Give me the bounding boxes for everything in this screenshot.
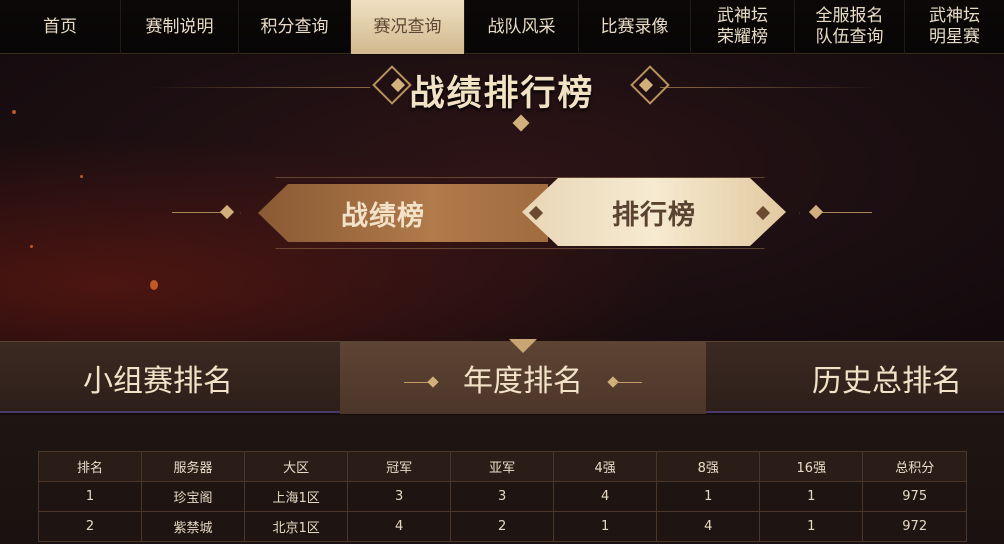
nav-label-line1: 全服报名	[815, 6, 884, 26]
nav-item-home[interactable]: 首页	[0, 0, 120, 54]
title-banner: 战绩排行榜	[0, 55, 1004, 135]
nav-label-line2: 荣耀榜	[717, 27, 768, 47]
nav-label-line1: 武神坛	[717, 6, 768, 26]
table-cell: 1	[759, 511, 864, 542]
column-header: 服务器	[141, 451, 246, 482]
table-cell: 4	[656, 511, 761, 542]
tab-label: 小组赛排名	[83, 364, 233, 399]
tab-label: 年度排名	[463, 364, 583, 399]
table-cell: 上海1区	[244, 481, 349, 512]
nav-label-line1: 武神坛	[929, 6, 980, 26]
table-cell: 2	[450, 511, 555, 542]
ember-decoration	[30, 245, 33, 248]
page-title: 战绩排行榜	[409, 74, 595, 114]
toggle-label: 排行榜	[612, 199, 696, 231]
nav-label: 赛制说明	[145, 16, 214, 37]
table-cell: 北京1区	[244, 511, 349, 542]
ranking-table-area: 排名 服务器 大区 冠军 亚军 4强 8强 16强 总积分 1 珍宝阁 上海1区…	[0, 415, 1004, 544]
hero-banner: 战绩排行榜 战绩榜 排行榜	[0, 55, 1004, 341]
table-row: 2 紫禁城 北京1区 4 2 1 4 1 972	[37, 511, 967, 542]
nav-label: 赛况查询	[373, 16, 442, 37]
nav-label: 比赛录像	[600, 16, 669, 37]
tab-label: 历史总排名	[812, 364, 962, 399]
column-header: 大区	[244, 451, 349, 482]
ember-decoration	[80, 175, 83, 178]
column-header: 8强	[656, 451, 761, 482]
diamond-icon	[808, 204, 824, 220]
column-header: 16强	[759, 451, 864, 482]
table-cell: 珍宝阁	[141, 481, 246, 512]
nav-label-line2: 队伍查询	[815, 27, 884, 47]
ember-decoration	[150, 280, 158, 290]
toggle-record-board[interactable]: 战绩榜	[258, 184, 548, 242]
table-row: 1 珍宝阁 上海1区 3 3 4 1 1 975	[37, 481, 967, 512]
column-header: 冠军	[347, 451, 452, 482]
tab-group-stage-ranking[interactable]: 小组赛排名	[0, 342, 340, 414]
nav-item-replays[interactable]: 比赛录像	[578, 0, 690, 54]
nav-label: 首页	[43, 16, 77, 37]
table-cell: 4	[553, 481, 658, 512]
tab-all-time-ranking[interactable]: 历史总排名	[706, 342, 1004, 414]
table-cell: 1	[759, 481, 864, 512]
nav-label: 战队风采	[487, 16, 556, 37]
column-header: 亚军	[450, 451, 555, 482]
table-cell: 4	[347, 511, 452, 542]
nav-label-line2: 明星赛	[929, 27, 980, 47]
column-header: 总积分	[862, 451, 967, 482]
toggle-wing-left	[172, 212, 222, 213]
table-cell: 1	[553, 511, 658, 542]
diamond-icon	[512, 114, 530, 132]
nav-item-honor[interactable]: 武神坛 荣耀榜	[690, 0, 794, 54]
table-cell: 972	[862, 511, 967, 542]
table-cell: 975	[862, 481, 967, 512]
top-nav: 首页 赛制说明 积分查询 赛况查询 战队风采 比赛录像 武神坛 荣耀榜 全服报名…	[0, 0, 1004, 54]
tab-ornament-right	[614, 382, 642, 383]
table-cell: 1	[656, 481, 761, 512]
column-header: 4强	[553, 451, 658, 482]
table-cell: 1	[37, 481, 143, 512]
nav-item-rules[interactable]: 赛制说明	[120, 0, 238, 54]
table-cell: 2	[37, 511, 143, 542]
toggle-ranking-board[interactable]: 排行榜	[522, 178, 786, 246]
nav-item-match-status[interactable]: 赛况查询	[350, 0, 464, 54]
nav-item-teams[interactable]: 战队风采	[464, 0, 578, 54]
nav-item-points[interactable]: 积分查询	[238, 0, 350, 54]
nav-item-signup[interactable]: 全服报名 队伍查询	[794, 0, 904, 54]
ranking-subtabs: 小组赛排名 年度排名 历史总排名	[0, 341, 1004, 414]
column-header: 排名	[37, 451, 143, 482]
table-header-row: 排名 服务器 大区 冠军 亚军 4强 8强 16强 总积分	[37, 451, 967, 482]
table-cell: 3	[347, 481, 452, 512]
nav-label: 积分查询	[260, 16, 329, 37]
ranking-table: 排名 服务器 大区 冠军 亚军 4强 8强 16强 总积分 1 珍宝阁 上海1区…	[37, 451, 967, 542]
toggle-label: 战绩榜	[341, 200, 425, 232]
toggle-wing-right	[822, 212, 872, 213]
table-cell: 3	[450, 481, 555, 512]
table-cell: 紫禁城	[141, 511, 246, 542]
nav-item-allstar[interactable]: 武神坛 明星赛	[904, 0, 1004, 54]
diamond-icon	[219, 204, 235, 220]
